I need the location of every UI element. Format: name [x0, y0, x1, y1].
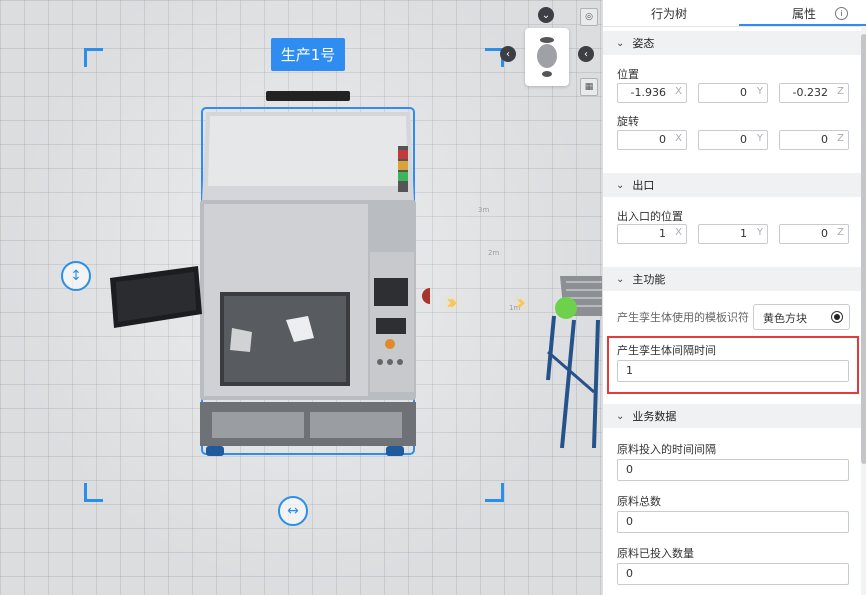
- axis-y-label: Y: [756, 227, 763, 238]
- axis-y-label: Y: [756, 86, 763, 97]
- chevron-down-icon: ⌄: [616, 410, 625, 422]
- template-select-value: 黄色方块: [763, 312, 807, 325]
- port-z-value: 0: [821, 227, 828, 240]
- position-z-value: -0.232: [792, 86, 828, 99]
- production-machine-model[interactable]: [186, 106, 430, 458]
- section-main-header[interactable]: ⌄ 主功能: [603, 267, 861, 291]
- spawn-interval-label: 产生孪生体间隔时间: [617, 344, 716, 357]
- axis-x-label: X: [675, 133, 682, 144]
- rotation-z-field[interactable]: 0 Z: [779, 130, 849, 150]
- section-exit-title: 出口: [632, 179, 655, 192]
- rotation-label: 旋转: [617, 115, 639, 128]
- panel-tabs: 行为树 属性 i: [603, 0, 866, 27]
- spawn-interval-input[interactable]: 1: [617, 360, 849, 382]
- ground-mark-2m: 2m: [488, 249, 500, 257]
- scrollbar-thumb[interactable]: [861, 34, 866, 464]
- section-main-title: 主功能: [632, 273, 666, 286]
- ground-mark-3m: 3m: [478, 206, 490, 214]
- material-interval-label: 原料投入的时间间隔: [617, 443, 716, 456]
- selection-corner-bottom-left: [84, 483, 103, 502]
- rotation-y-value: 0: [740, 133, 747, 146]
- chevron-down-icon: ⌄: [616, 179, 625, 191]
- material-interval-input[interactable]: 0: [617, 459, 849, 481]
- material-interval-value: 0: [626, 463, 633, 476]
- head-model-icon: [537, 37, 557, 77]
- section-business-header[interactable]: ⌄ 业务数据: [603, 404, 861, 428]
- prev-view-button[interactable]: ‹: [500, 46, 516, 62]
- position-x-field[interactable]: -1.936 X: [617, 83, 687, 103]
- section-pose-title: 姿态: [632, 37, 655, 50]
- axis-z-label: Z: [837, 133, 844, 144]
- scene-viewport[interactable]: 3m 2m 1m 生产1号 ↕ ↔ ››› ›› ⌄ ‹ ‹ ◎ ▦: [0, 0, 602, 595]
- port-x-field[interactable]: 1 X: [617, 224, 687, 244]
- screenshot-icon[interactable]: ◎: [580, 8, 598, 26]
- flow-arrows-2: ››: [516, 290, 526, 314]
- panel-scrollbar[interactable]: [861, 26, 866, 595]
- rotation-x-value: 0: [659, 133, 666, 146]
- position-y-field[interactable]: 0 Y: [698, 83, 768, 103]
- rotate-handle[interactable]: ↔: [278, 496, 308, 526]
- tab-behavior-tree[interactable]: 行为树: [651, 5, 687, 22]
- template-id-label: 产生孪生体使用的模板识符: [617, 311, 749, 324]
- material-total-label: 原料总数: [617, 495, 661, 508]
- object-name-label[interactable]: 生产1号: [271, 38, 345, 71]
- selection-corner-bottom-right: [485, 483, 504, 502]
- grid-view-icon[interactable]: ▦: [580, 78, 598, 96]
- chevron-down-icon: ⌄: [616, 273, 625, 285]
- axis-x-label: X: [675, 86, 682, 97]
- tab-properties[interactable]: 属性: [792, 5, 816, 22]
- next-view-button[interactable]: ‹: [578, 46, 594, 62]
- selection-corner-top-left: [84, 48, 103, 67]
- target-icon[interactable]: [831, 311, 843, 323]
- material-total-input[interactable]: 0: [617, 511, 849, 533]
- port-z-field[interactable]: 0 Z: [779, 224, 849, 244]
- position-label: 位置: [617, 68, 639, 81]
- material-fed-value: 0: [626, 567, 633, 580]
- material-total-value: 0: [626, 515, 633, 528]
- flow-arrows-1: ›››: [446, 290, 458, 314]
- axis-x-label: X: [675, 227, 682, 238]
- position-y-value: 0: [740, 86, 747, 99]
- axis-z-label: Z: [837, 86, 844, 97]
- object-progress-bar: [266, 91, 350, 101]
- active-tab-indicator: [739, 24, 866, 26]
- hmi-monitor: [110, 266, 202, 328]
- port-y-field[interactable]: 1 Y: [698, 224, 768, 244]
- spawn-interval-value: 1: [626, 364, 633, 377]
- info-icon[interactable]: i: [835, 7, 848, 20]
- collapse-view-button[interactable]: ⌄: [538, 7, 554, 23]
- axis-z-label: Z: [837, 227, 844, 238]
- view-orientation-widget[interactable]: [525, 28, 569, 86]
- port-position-label: 出入口的位置: [617, 210, 683, 223]
- move-vertical-handle[interactable]: ↕: [61, 261, 91, 291]
- position-x-value: -1.936: [630, 86, 666, 99]
- rotation-y-field[interactable]: 0 Y: [698, 130, 768, 150]
- properties-panel: 行为树 属性 i ⌄ 姿态 位置 -1.936 X 0 Y -0.232 Z 旋…: [602, 0, 866, 595]
- rotation-z-value: 0: [821, 133, 828, 146]
- chevron-down-icon: ⌄: [616, 37, 625, 49]
- axis-y-label: Y: [756, 133, 763, 144]
- section-exit-header[interactable]: ⌄ 出口: [603, 173, 861, 197]
- conveyor-model[interactable]: [544, 272, 602, 452]
- port-y-value: 1: [740, 227, 747, 240]
- rotation-x-field[interactable]: 0 X: [617, 130, 687, 150]
- material-fed-label: 原料已投入数量: [617, 547, 694, 560]
- section-business-title: 业务数据: [632, 410, 677, 423]
- material-fed-input[interactable]: 0: [617, 563, 849, 585]
- port-x-value: 1: [659, 227, 666, 240]
- section-pose-header[interactable]: ⌄ 姿态: [603, 31, 861, 55]
- template-select[interactable]: 黄色方块: [753, 304, 850, 330]
- position-z-field[interactable]: -0.232 Z: [779, 83, 849, 103]
